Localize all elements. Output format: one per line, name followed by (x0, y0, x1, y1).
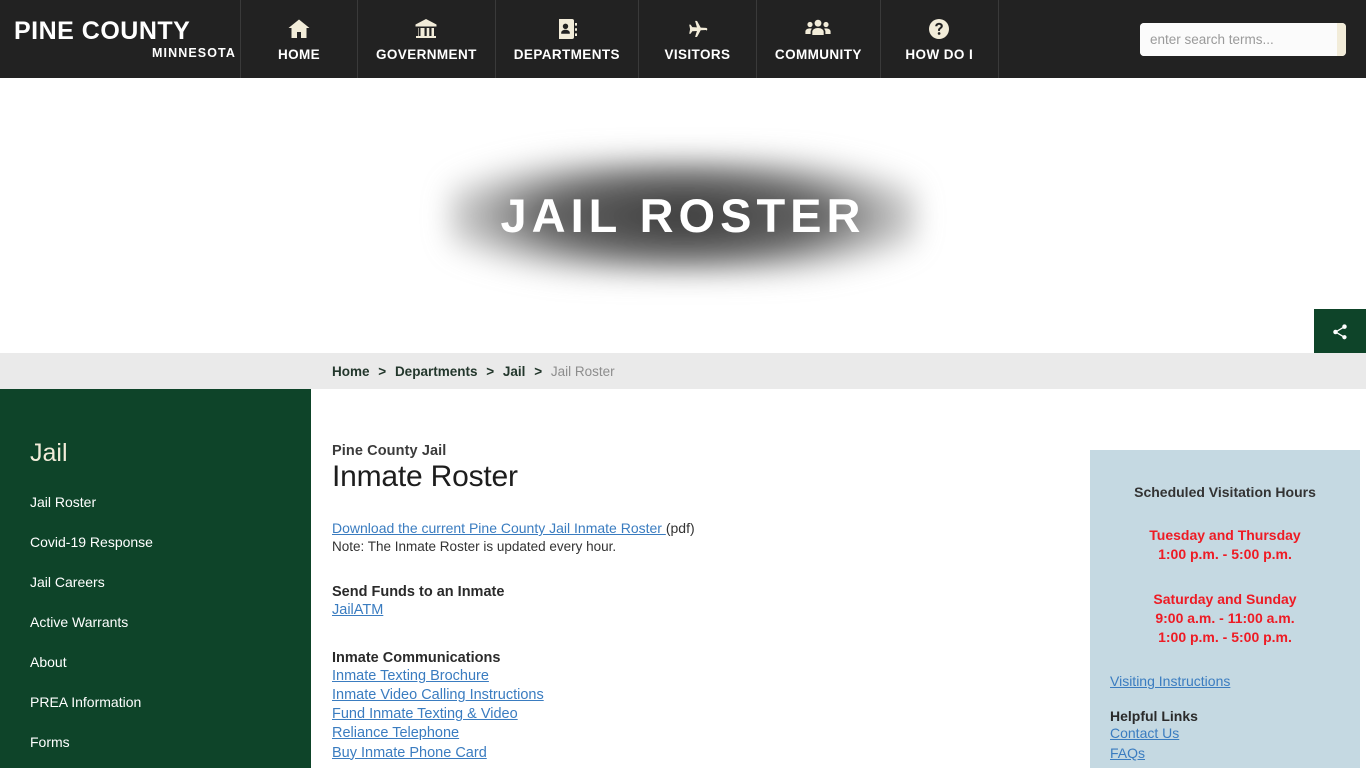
visitation-times-1a: 1:00 p.m. - 5:00 p.m. (1158, 546, 1292, 563)
breadcrumb-item-jail[interactable]: Jail (503, 364, 526, 379)
fund-inmate-texting-video-link[interactable]: Fund Inmate Texting & Video (332, 705, 1066, 724)
page-title-banner: JAIL ROSTER (500, 189, 866, 242)
nav-item-visitors[interactable]: VISITORS (639, 0, 757, 78)
search-input[interactable] (1140, 22, 1337, 56)
nav-item-departments[interactable]: DEPARTMENTS (496, 0, 639, 78)
sidebar-title: Jail (30, 439, 68, 467)
nav-label-visitors: VISITORS (664, 46, 731, 62)
search-area: GO (999, 0, 1366, 78)
top-navigation-bar: PINE COUNTY MINNESOTA HOME GOVERNMENT DE… (0, 0, 1366, 78)
inmate-communications-links: Inmate Texting Brochure Inmate Video Cal… (332, 667, 1066, 763)
sidebar-item-prea-information[interactable]: PREA Information (30, 694, 311, 710)
sidebar-item-jail-roster[interactable]: Jail Roster (30, 494, 311, 510)
visitation-days-2: Saturday and Sunday (1153, 591, 1297, 608)
main-menu: HOME GOVERNMENT DEPARTMENTS VISITORS COM… (240, 0, 999, 78)
breadcrumb-item-departments[interactable]: Departments (395, 364, 478, 379)
visiting-instructions-wrap: Visiting Instructions (1110, 672, 1340, 691)
breadcrumb-separator: > (486, 363, 495, 379)
jailatm-link[interactable]: JailATM (332, 601, 1066, 620)
visitation-block-1: Tuesday and Thursday 1:00 p.m. - 5:00 p.… (1110, 526, 1340, 564)
send-funds-links: JailATM (332, 601, 1066, 620)
nav-item-how-do-i[interactable]: HOW DO I (881, 0, 999, 78)
logo-primary-text: PINE COUNTY (14, 17, 191, 46)
search-box: GO (1140, 22, 1346, 56)
sidebar-item-jail-careers[interactable]: Jail Careers (30, 574, 311, 590)
search-go-button[interactable]: GO (1337, 22, 1346, 56)
download-roster-link[interactable]: Download the current Pine County Jail In… (332, 520, 666, 536)
inmate-communications-heading: Inmate Communications (332, 650, 501, 666)
page-root: PINE COUNTY MINNESOTA HOME GOVERNMENT DE… (0, 0, 1366, 768)
roster-update-note: Note: The Inmate Roster is updated every… (332, 538, 617, 554)
nav-item-government[interactable]: GOVERNMENT (358, 0, 496, 78)
download-suffix: (pdf) (665, 520, 695, 536)
logo-secondary-text: MINNESOTA (152, 45, 236, 60)
people-icon (804, 17, 832, 43)
breadcrumb-item-home[interactable]: Home (332, 364, 370, 379)
helpful-links-list: Contact Us FAQs (1110, 724, 1340, 763)
site-logo[interactable]: PINE COUNTY MINNESOTA (0, 0, 240, 78)
hero-title-wrap: JAIL ROSTER (448, 155, 918, 276)
visitation-panel: Scheduled Visitation Hours Tuesday and T… (1090, 450, 1360, 768)
question-circle-icon (926, 17, 952, 43)
page-title: Inmate Roster (332, 460, 518, 493)
breadcrumb-separator: > (534, 363, 543, 379)
visitation-times-2b: 1:00 p.m. - 5:00 p.m. (1158, 629, 1292, 646)
nav-label-how-do-i: HOW DO I (905, 46, 974, 62)
buy-inmate-phone-card-link[interactable]: Buy Inmate Phone Card (332, 744, 1066, 763)
breadcrumb-separator: > (378, 363, 387, 379)
reliance-telephone-link[interactable]: Reliance Telephone (332, 724, 1066, 743)
nav-label-departments: DEPARTMENTS (513, 46, 620, 62)
faqs-link[interactable]: FAQs (1110, 744, 1340, 763)
helpful-links-heading: Helpful Links (1110, 708, 1198, 725)
hero-banner: JAIL ROSTER (0, 78, 1366, 353)
main-content: Pine County Jail Inmate Roster Download … (311, 389, 1066, 768)
bank-icon (413, 17, 439, 43)
sidebar-item-about[interactable]: About (30, 654, 311, 670)
visitation-days-1: Tuesday and Thursday (1149, 527, 1301, 543)
section-sidebar: Jail Jail Roster Covid-19 Response Jail … (0, 389, 311, 768)
nav-item-community[interactable]: COMMUNITY (757, 0, 881, 78)
visiting-instructions-link[interactable]: Visiting Instructions (1110, 672, 1340, 691)
share-button[interactable] (1314, 309, 1366, 355)
breadcrumb: Home > Departments > Jail > Jail Roster (332, 364, 615, 379)
visitation-block-2: Saturday and Sunday 9:00 a.m. - 11:00 a.… (1110, 590, 1340, 647)
sidebar-item-active-warrants[interactable]: Active Warrants (30, 614, 311, 630)
nav-label-community: COMMUNITY (774, 46, 862, 62)
address-book-icon (554, 17, 580, 43)
breadcrumb-bar: Home > Departments > Jail > Jail Roster (0, 353, 1366, 389)
sidebar-item-covid-19-response[interactable]: Covid-19 Response (30, 534, 311, 550)
sidebar-item-forms[interactable]: Forms (30, 734, 311, 750)
inmate-texting-brochure-link[interactable]: Inmate Texting Brochure (332, 667, 1066, 686)
share-icon (1331, 323, 1349, 341)
breadcrumb-current: Jail Roster (550, 363, 615, 379)
nav-label-home: HOME (277, 46, 321, 62)
content-kicker: Pine County Jail (332, 443, 447, 459)
download-paragraph: Download the current Pine County Jail In… (332, 519, 1066, 539)
visitation-times-2a: 9:00 a.m. - 11:00 a.m. (1155, 610, 1295, 627)
nav-label-government: GOVERNMENT (376, 46, 477, 62)
airplane-icon (683, 17, 711, 43)
send-funds-heading: Send Funds to an Inmate (332, 583, 505, 600)
inmate-video-calling-instructions-link[interactable]: Inmate Video Calling Instructions (332, 686, 1066, 705)
contact-us-link[interactable]: Contact Us (1110, 724, 1340, 743)
nav-item-home[interactable]: HOME (240, 0, 358, 78)
home-icon (286, 17, 312, 43)
visitation-hours-heading: Scheduled Visitation Hours (1134, 484, 1316, 500)
